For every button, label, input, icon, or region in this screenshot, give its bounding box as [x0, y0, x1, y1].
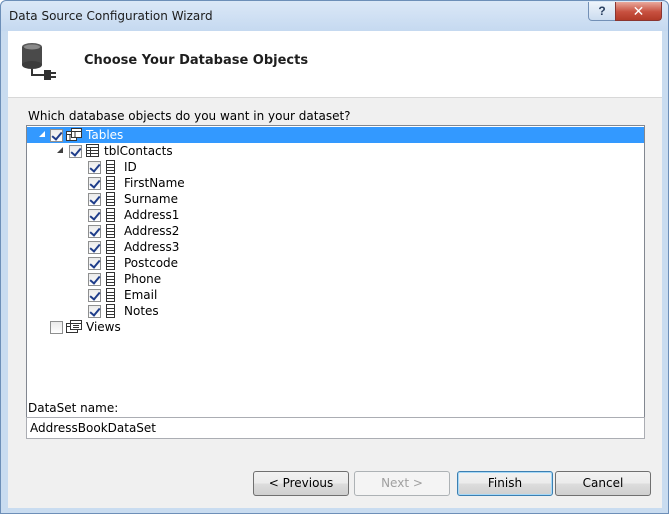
tree-node-column[interactable]: Address2 — [27, 223, 644, 239]
column-checkbox[interactable] — [88, 161, 101, 174]
column-label: Notes — [124, 304, 159, 318]
help-button[interactable]: ? — [588, 2, 616, 21]
tblcontacts-checkbox[interactable] — [69, 145, 82, 158]
tree-node-column[interactable]: Address3 — [27, 239, 644, 255]
column-icon — [106, 272, 115, 286]
column-checkbox[interactable] — [88, 305, 101, 318]
tree-node-tblcontacts[interactable]: tblContacts — [27, 143, 644, 159]
tables-checkbox[interactable] — [50, 129, 63, 142]
tree-node-column[interactable]: Postcode — [27, 255, 644, 271]
close-button[interactable]: ✕ — [615, 2, 662, 21]
column-icon — [106, 160, 115, 174]
dialog-body: Choose Your Database Objects Which datab… — [8, 31, 662, 508]
previous-button[interactable]: < Previous — [253, 471, 349, 496]
window-title: Data Source Configuration Wizard — [9, 9, 213, 23]
column-checkbox[interactable] — [88, 289, 101, 302]
column-checkbox[interactable] — [88, 241, 101, 254]
tree-node-column[interactable]: Notes — [27, 303, 644, 319]
column-icon — [106, 192, 115, 206]
tree-node-views[interactable]: Views — [27, 319, 644, 335]
column-icon — [106, 240, 115, 254]
views-label: Views — [86, 320, 121, 334]
finish-button[interactable]: Finish — [457, 471, 553, 496]
views-folder-icon — [66, 320, 82, 333]
views-checkbox[interactable] — [50, 321, 63, 334]
collapse-arrow-icon[interactable] — [39, 131, 45, 137]
column-checkbox[interactable] — [88, 177, 101, 190]
column-checkbox[interactable] — [88, 225, 101, 238]
column-label: Address2 — [124, 224, 180, 238]
tblcontacts-label: tblContacts — [104, 144, 173, 158]
page-title: Choose Your Database Objects — [84, 53, 309, 68]
cancel-button[interactable]: Cancel — [555, 471, 651, 496]
tree-node-tables[interactable]: Tables — [27, 127, 644, 143]
tables-label: Tables — [86, 128, 124, 142]
database-objects-tree[interactable]: Tables tblContacts ID FirstName Surname … — [26, 125, 645, 421]
tree-node-column[interactable]: Email — [27, 287, 644, 303]
column-label: ID — [124, 160, 137, 174]
objects-prompt-label: Which database objects do you want in yo… — [28, 109, 351, 123]
tree-node-column[interactable]: FirstName — [27, 175, 644, 191]
column-label: Address3 — [124, 240, 180, 254]
column-checkbox[interactable] — [88, 209, 101, 222]
dataset-name-input[interactable] — [26, 417, 645, 439]
column-label: FirstName — [124, 176, 185, 190]
column-icon — [106, 176, 115, 190]
column-icon — [106, 288, 115, 302]
column-label: Postcode — [124, 256, 179, 270]
column-checkbox[interactable] — [88, 273, 101, 286]
table-icon — [86, 144, 99, 157]
dataset-name-label: DataSet name: — [28, 401, 119, 415]
column-icon — [106, 256, 115, 270]
tree-node-column[interactable]: Address1 — [27, 207, 644, 223]
tables-folder-icon — [66, 128, 82, 141]
title-bar[interactable]: Data Source Configuration Wizard ? ✕ — [1, 1, 668, 31]
next-button[interactable]: Next > — [354, 471, 450, 496]
column-label: Address1 — [124, 208, 180, 222]
column-label: Email — [124, 288, 158, 302]
column-label: Phone — [124, 272, 162, 286]
column-icon — [106, 208, 115, 222]
column-icon — [106, 304, 115, 318]
tree-node-column[interactable]: ID — [27, 159, 644, 175]
database-connect-icon — [22, 43, 56, 80]
column-icon — [106, 224, 115, 238]
wizard-header: Choose Your Database Objects — [8, 31, 662, 98]
column-checkbox[interactable] — [88, 257, 101, 270]
collapse-arrow-icon[interactable] — [57, 147, 63, 153]
wizard-window: Data Source Configuration Wizard ? ✕ Cho… — [0, 0, 669, 514]
tree-node-column[interactable]: Phone — [27, 271, 644, 287]
column-label: Surname — [124, 192, 178, 206]
column-checkbox[interactable] — [88, 193, 101, 206]
tree-node-column[interactable]: Surname — [27, 191, 644, 207]
